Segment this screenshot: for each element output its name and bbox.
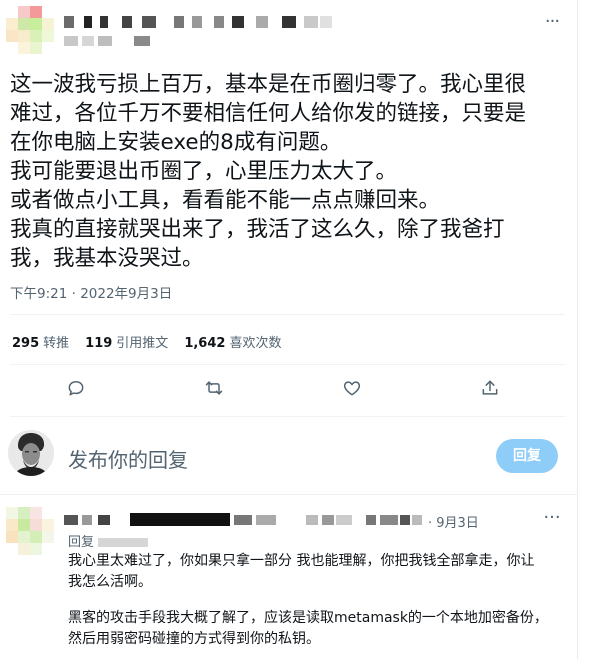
tweet-text-line: 我可能要退出币圈了，心里压力太大了。 xyxy=(10,159,398,184)
like-count: 1,642 xyxy=(184,336,226,351)
quote-label: 引用推文 xyxy=(116,336,169,351)
current-user-avatar[interactable] xyxy=(8,430,54,476)
reply-text: 我心里太难过了，你如果只拿一部分 我也能理解，你把我钱全部拿走，你让 我怎么活啊… xyxy=(68,551,558,650)
tweet-text-line: 或者做点小工具，看看能不能一点点赚回来。 xyxy=(10,188,441,213)
like-count-link[interactable]: 1,642 喜欢次数 xyxy=(184,332,281,351)
replying-label: 回复 xyxy=(68,535,95,550)
reply-text-line: 我怎么活啊。 xyxy=(68,574,152,590)
tweet-timestamp[interactable]: 下午9:21 · 2022年9月3日 xyxy=(10,282,172,302)
tweet-text-line: 难过，各位千万不要相信任何人给你发的链接，只要是 xyxy=(10,101,527,126)
tweet-text: 这一波我亏损上百万，基本是在币圈归零了。我心里很 难过，各位千万不要相信任何人给… xyxy=(10,70,565,273)
divider xyxy=(10,416,565,417)
replying-to: 回复 xyxy=(68,531,149,550)
reply-text-line: 黑客的攻击手段我大概了解了，应该是读取metamask的一个本地加密备份， xyxy=(68,610,548,626)
heart-icon[interactable] xyxy=(342,378,366,402)
more-horizontal-icon[interactable]: ··· xyxy=(540,13,564,34)
reply-author-avatar[interactable] xyxy=(6,507,54,555)
quote-count: 119 xyxy=(85,336,113,351)
tweet-text-line: 这一波我亏损上百万，基本是在币圈归零了。我心里很 xyxy=(10,72,527,97)
more-horizontal-icon[interactable]: ··· xyxy=(540,509,564,527)
retweet-label: 转推 xyxy=(43,336,70,351)
reply-time[interactable]: · 9月3日 xyxy=(428,512,479,531)
divider xyxy=(10,364,565,365)
retweet-count: 295 xyxy=(12,336,40,351)
tweet-action-bar xyxy=(0,378,578,404)
tweet-detail-frame: ··· 这一波我亏损上百万，基本是在币圈归零了。我心里很 难过，各位千万不要相信… xyxy=(0,0,578,659)
retweet-count-link[interactable]: 295 转推 xyxy=(12,332,69,351)
tweet-text-line: 我，我基本没哭过。 xyxy=(10,246,204,271)
tweet-text-line: 在你电脑上安装exe的8成有问题。 xyxy=(10,130,342,155)
tweet-stats: 295 转推 119 引用推文 1,642 喜欢次数 xyxy=(12,332,297,351)
mention-redacted[interactable] xyxy=(98,538,149,547)
retweet-icon[interactable] xyxy=(204,378,228,402)
divider xyxy=(0,494,578,495)
comment-icon[interactable] xyxy=(66,378,90,402)
reply-text-line: 我心里太难过了，你如果只拿一部分 我也能理解，你把我钱全部拿走，你让 xyxy=(68,553,535,569)
tweet-text-line: 我真的直接就哭出来了，我活了这么久，除了我爸打 xyxy=(10,217,505,242)
reply-input[interactable]: 发布你的回复 xyxy=(68,444,188,473)
author-avatar[interactable] xyxy=(6,6,54,54)
quote-count-link[interactable]: 119 引用推文 xyxy=(85,332,168,351)
divider xyxy=(10,314,565,315)
like-label: 喜欢次数 xyxy=(229,336,282,351)
reply-button[interactable]: 回复 xyxy=(496,439,558,473)
share-icon[interactable] xyxy=(480,378,504,402)
reply-text-line: 然后用弱密码碰撞的方式得到你的私钥。 xyxy=(68,631,320,647)
reply-time-text: 9月3日 xyxy=(436,516,479,531)
